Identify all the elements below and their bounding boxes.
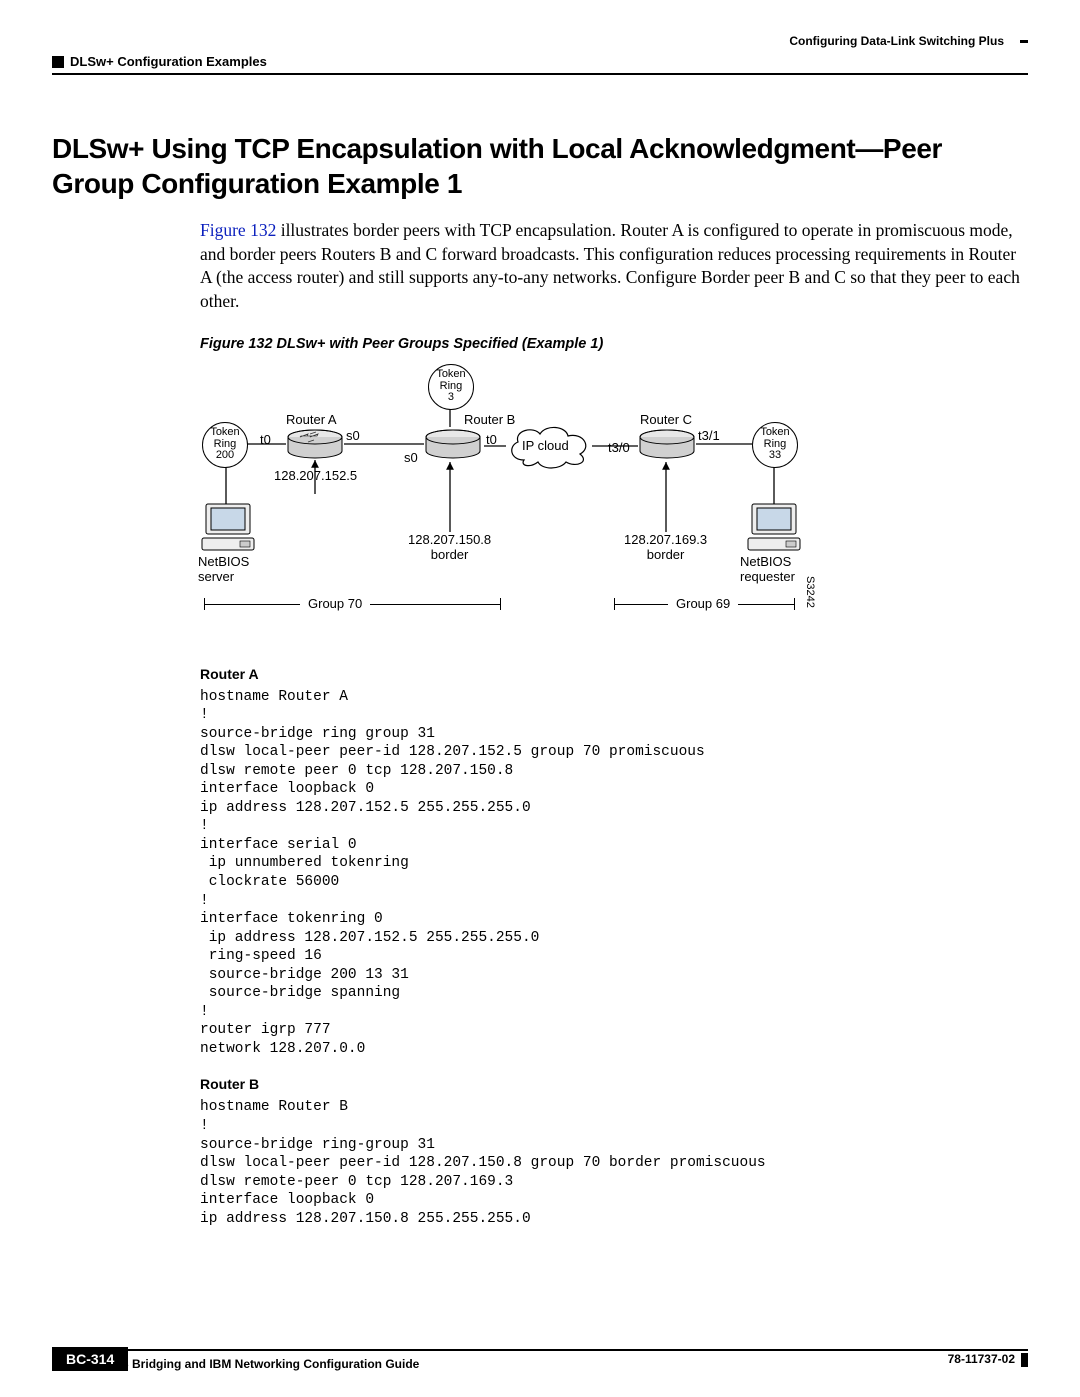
figure-caption: Figure 132 DLSw+ with Peer Groups Specif… [200,336,1028,352]
router-b-heading: Router B [200,1076,1028,1092]
group70-line-l [204,604,300,605]
netbios-server-label: NetBIOS server [198,554,249,584]
token-ring-200: Token Ring 200 [202,422,248,468]
router-b-ip: 128.207.150.8 border [408,532,491,562]
router-c-ip: 128.207.169.3 border [624,532,707,562]
group69-line-l [614,604,668,605]
footer-rule [52,1349,1028,1351]
diagram-id: S3242 [804,576,816,608]
port-s0-a: s0 [346,428,360,443]
network-diagram: Token Ring 200 Token Ring 3 Token Ring 3… [200,364,840,644]
group70-line-r [370,604,500,605]
group70-tick-r [500,598,501,610]
chapter-title: Configuring Data-Link Switching Plus [52,34,1010,48]
group69-tick-r [794,598,795,610]
router-a-heading: Router A [200,666,1028,682]
document-id: 78-11737-02 [948,1352,1015,1366]
ip-cloud-label: IP cloud [522,438,569,453]
intro-paragraph: Figure 132 illustrates border peers with… [200,219,1028,314]
docid-bar [1021,1353,1028,1367]
figure-link[interactable]: Figure 132 [200,220,276,240]
header-bar [1020,40,1028,43]
router-a-ip: 128.207.152.5 [274,468,357,483]
section-marker [52,56,64,68]
group69-line-r [738,604,794,605]
router-c-label: Router C [640,412,692,427]
page-title: DLSw+ Using TCP Encapsulation with Local… [52,131,1028,201]
page-number: BC-314 [52,1347,128,1371]
router-a-config: hostname Router A ! source-bridge ring g… [200,688,1028,1059]
netbios-server-icon [200,502,256,555]
section-title: DLSw+ Configuration Examples [70,54,267,69]
port-t0-a: t0 [260,432,271,447]
port-s0-b: s0 [404,450,418,465]
router-b-config: hostname Router B ! source-bridge ring-g… [200,1098,1028,1228]
router-a-icon [286,429,344,459]
router-a-label: Router A [286,412,337,427]
netbios-requester-icon [746,502,802,555]
intro-text: illustrates border peers with TCP encaps… [200,220,1020,311]
port-t0-b: t0 [486,432,497,447]
router-b-icon [424,429,482,459]
port-t30: t3/0 [608,440,630,455]
token-ring-33: Token Ring 33 [752,422,798,468]
token-ring-3: Token Ring 3 [428,364,474,410]
router-c-icon [638,429,696,459]
group69-label: Group 69 [676,596,730,611]
group70-label: Group 70 [308,596,362,611]
router-b-label: Router B [464,412,515,427]
netbios-requester-label: NetBIOS requester [740,554,795,584]
port-t31: t3/1 [698,428,720,443]
header-rule [52,73,1028,75]
